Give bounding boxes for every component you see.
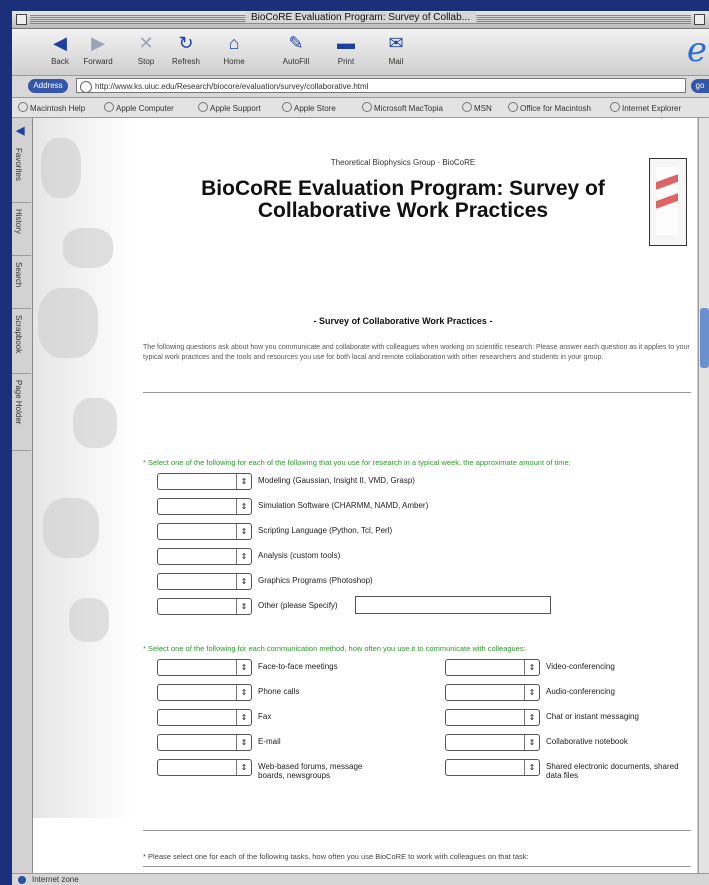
mail-button[interactable]: ✉ Mail xyxy=(374,32,418,72)
select-arrows-icon: ⇕ xyxy=(236,710,251,725)
browser-logo: e xyxy=(686,30,707,70)
page-title: BioCoRE Evaluation Program: Survey of Co… xyxy=(201,177,605,222)
vertical-scrollbar[interactable] xyxy=(698,118,709,873)
status-bar: Internet zone xyxy=(12,873,709,885)
select-arrows-icon: ⇕ xyxy=(236,735,251,750)
select-arrows-icon: ⇕ xyxy=(236,499,251,514)
favorite-link[interactable]: Microsoft MacTopia xyxy=(362,102,443,113)
select-arrows-icon: ⇕ xyxy=(236,574,251,589)
address-label: Address xyxy=(28,79,68,93)
window-title: BioCoRE Evaluation Program: Survey of Co… xyxy=(245,12,476,23)
favorite-link[interactable]: Office for Macintosh xyxy=(508,102,591,113)
favorite-link[interactable]: MSN xyxy=(462,102,492,113)
go-button[interactable]: go xyxy=(691,79,709,93)
autofill-icon: ✎ xyxy=(288,33,304,53)
autofill-button[interactable]: ✎ AutoFill xyxy=(274,32,318,72)
close-box[interactable] xyxy=(16,14,27,25)
tab-search[interactable]: Search xyxy=(12,256,31,309)
arrow-left-icon: ◀ xyxy=(53,33,67,53)
favorite-link[interactable]: Macintosh Help xyxy=(18,102,85,113)
frequency-select[interactable]: ⇕ xyxy=(445,684,540,701)
refresh-icon: ↻ xyxy=(178,33,194,53)
frequency-select[interactable]: ⇕ xyxy=(157,473,252,490)
page-icon xyxy=(80,81,92,92)
frequency-select[interactable]: ⇕ xyxy=(157,498,252,515)
section-heading: - Survey of Collaborative Work Practices… xyxy=(313,316,493,326)
toolbar: ◀ Back ▶ Forward ✕ Stop ↻ Refresh ⌂ Home ✎ Aut… xyxy=(12,29,709,76)
favorite-link[interactable]: Apple Computer xyxy=(104,102,174,113)
question-3-prompt: * Please select one for each of the foll… xyxy=(143,852,529,861)
address-field[interactable]: http://www.ks.uiuc.edu/Research/biocore/… xyxy=(76,78,686,93)
select-arrows-icon: ⇕ xyxy=(236,660,251,675)
tab-favorites[interactable]: Favorites xyxy=(12,142,31,203)
select-arrows-icon: ⇕ xyxy=(524,710,539,725)
stop-button[interactable]: ✕ Stop xyxy=(124,32,168,72)
stop-icon: ✕ xyxy=(138,33,154,53)
frequency-select[interactable]: ⇕ xyxy=(445,659,540,676)
decorative-sidebar-image xyxy=(33,118,133,818)
frequency-select[interactable]: ⇕ xyxy=(445,759,540,776)
address-bar: Address http://www.ks.uiuc.edu/Research/… xyxy=(12,76,709,98)
favorite-link[interactable]: Internet Explorer xyxy=(610,102,681,113)
zoom-box[interactable] xyxy=(694,14,705,25)
frequency-select[interactable]: ⇕ xyxy=(445,734,540,751)
scrollbar-thumb[interactable] xyxy=(700,308,709,368)
breadcrumb[interactable]: Theoretical Biophysics Group · BioCoRE xyxy=(203,158,603,167)
page-content: Theoretical Biophysics Group · BioCoRE B… xyxy=(33,118,697,873)
select-arrows-icon: ⇕ xyxy=(524,760,539,775)
frequency-select[interactable]: ⇕ xyxy=(157,598,252,615)
browser-window: BioCoRE Evaluation Program: Survey of Co… xyxy=(12,11,709,885)
divider xyxy=(143,392,691,393)
home-button[interactable]: ⌂ Home xyxy=(212,32,256,72)
frequency-select[interactable]: ⇕ xyxy=(157,548,252,565)
forward-button[interactable]: ▶ Forward xyxy=(76,32,120,72)
tab-page-holder[interactable]: Page Holder xyxy=(12,374,31,451)
status-text: Internet zone xyxy=(32,875,79,884)
select-arrows-icon: ⇕ xyxy=(236,524,251,539)
frequency-select[interactable]: ⇕ xyxy=(157,759,252,776)
frequency-select[interactable]: ⇕ xyxy=(157,659,252,676)
frequency-select[interactable]: ⇕ xyxy=(157,573,252,590)
select-arrows-icon: ⇕ xyxy=(236,599,251,614)
select-arrows-icon: ⇕ xyxy=(524,735,539,750)
favorite-link[interactable]: Apple Store xyxy=(282,102,336,113)
internal-stamp-logo xyxy=(649,158,687,246)
refresh-button[interactable]: ↻ Refresh xyxy=(164,32,208,72)
frequency-select[interactable]: ⇕ xyxy=(157,523,252,540)
favorites-bar: Macintosh Help Apple Computer Apple Supp… xyxy=(12,98,709,118)
intro-paragraph: The following questions ask about how yo… xyxy=(143,344,690,361)
frequency-select[interactable]: ⇕ xyxy=(157,734,252,751)
frequency-select[interactable]: ⇕ xyxy=(157,684,252,701)
select-arrows-icon: ⇕ xyxy=(524,685,539,700)
print-button[interactable]: ▬ Print xyxy=(324,32,368,72)
frequency-select[interactable]: ⇕ xyxy=(157,709,252,726)
frequency-select[interactable]: ⇕ xyxy=(445,709,540,726)
print-icon: ▬ xyxy=(337,33,355,53)
select-arrows-icon: ⇕ xyxy=(236,474,251,489)
select-arrows-icon: ⇕ xyxy=(236,685,251,700)
other-specify-input[interactable] xyxy=(355,596,551,614)
mail-icon: ✉ xyxy=(388,33,404,53)
title-bar[interactable]: BioCoRE Evaluation Program: Survey of Co… xyxy=(12,11,709,29)
explorer-bar-tabs: ◀ Favorites History Search Scrapbook Pag… xyxy=(12,118,33,873)
select-arrows-icon: ⇕ xyxy=(524,660,539,675)
select-arrows-icon: ⇕ xyxy=(236,549,251,564)
divider xyxy=(143,830,691,831)
tab-history[interactable]: History xyxy=(12,203,31,256)
select-arrows-icon: ⇕ xyxy=(236,760,251,775)
question-1-prompt: * Select one of the following for each o… xyxy=(143,458,571,467)
divider xyxy=(143,866,691,867)
globe-icon xyxy=(18,876,26,884)
arrow-right-icon: ▶ xyxy=(91,33,105,53)
favorite-link[interactable]: Apple Support xyxy=(198,102,261,113)
home-icon: ⌂ xyxy=(228,33,240,53)
collapse-arrow-icon[interactable]: ◀ xyxy=(16,124,24,137)
question-2-prompt: * Select one of the following for each c… xyxy=(143,644,526,653)
tab-scrapbook[interactable]: Scrapbook xyxy=(12,309,31,374)
